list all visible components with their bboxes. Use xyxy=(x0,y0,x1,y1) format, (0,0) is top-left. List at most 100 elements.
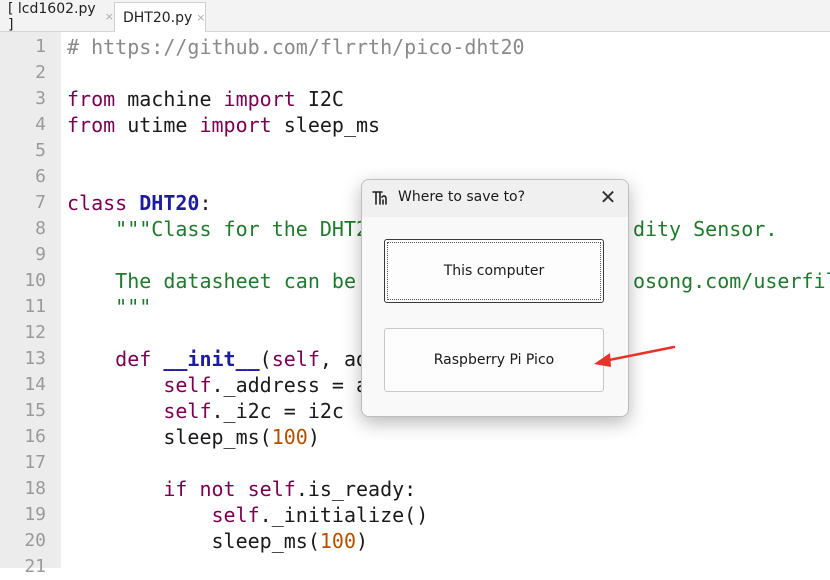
code-token: ._i2c = i2c xyxy=(211,399,344,423)
line-number: 4 xyxy=(35,114,46,135)
line-number: 20 xyxy=(24,530,46,551)
code-text: """ xyxy=(67,294,151,320)
line-number: 8 xyxy=(35,218,46,239)
save-location-dialog: Where to save to? ✕ This computer Raspbe… xyxy=(361,179,629,417)
line-number: 5 xyxy=(35,140,46,161)
line-number: 3 xyxy=(35,88,46,109)
code-token: machine xyxy=(115,87,224,111)
code-token: self xyxy=(211,503,260,527)
code-text: if not self.is_ready: xyxy=(67,476,416,502)
code-text: def __init__(self, ad xyxy=(67,346,368,372)
code-token: if xyxy=(163,477,188,501)
line-number: 2 xyxy=(35,62,46,83)
code-token: not xyxy=(199,477,236,501)
tab-dht20[interactable]: DHT20.py × xyxy=(114,2,206,32)
code-token: 100 xyxy=(271,425,308,449)
code-token: ) xyxy=(356,529,369,553)
code-token: self xyxy=(247,477,296,501)
code-text: self._i2c = i2c xyxy=(67,398,344,424)
code-token: from xyxy=(67,113,116,137)
code-token: import xyxy=(223,87,296,111)
code-token: ._initialize() xyxy=(259,503,429,527)
code-token: : xyxy=(199,191,212,215)
line-number: 6 xyxy=(35,166,46,187)
code-token: # https://github.com/flrrth/pico-dht20 xyxy=(67,35,525,59)
code-token: class xyxy=(67,191,128,215)
tab-close-icon[interactable]: × xyxy=(196,11,205,24)
dialog-title: Where to save to? xyxy=(398,189,526,205)
code-line: 18 if not self.is_ready: xyxy=(0,476,830,502)
dialog-titlebar: Where to save to? ✕ xyxy=(362,180,628,217)
code-text: # https://github.com/flrrth/pico-dht20 xyxy=(67,34,525,60)
code-text: sleep_ms(100) xyxy=(67,528,368,554)
line-number: 19 xyxy=(24,504,46,525)
tab-bar: [ lcd1602.py ] × DHT20.py × xyxy=(0,0,830,33)
code-line: 19 self._initialize() xyxy=(0,502,830,528)
code-token: self xyxy=(271,347,320,371)
code-line: 20 sleep_ms(100) xyxy=(0,528,830,554)
code-token: 100 xyxy=(319,529,356,553)
code-text: self._initialize() xyxy=(67,502,429,528)
code-line: 1 # https://github.com/flrrth/pico-dht20 xyxy=(0,34,830,60)
code-token: def xyxy=(115,347,152,371)
code-token: DHT20 xyxy=(139,191,200,215)
line-number: 13 xyxy=(24,348,46,369)
code-token: self xyxy=(163,399,212,423)
tab-label: DHT20.py xyxy=(123,9,193,26)
code-token: sleep_ms xyxy=(271,113,381,137)
line-number: 14 xyxy=(24,374,46,395)
code-token: utime xyxy=(115,113,200,137)
close-icon[interactable]: ✕ xyxy=(598,187,618,207)
tab-lcd1602[interactable]: [ lcd1602.py ] × xyxy=(0,0,114,33)
raspberry-pi-pico-button[interactable]: Raspberry Pi Pico xyxy=(384,328,604,392)
code-token: I2C xyxy=(295,87,344,111)
code-token: The datasheet can be xyxy=(67,269,369,293)
code-line: 17 xyxy=(0,450,830,476)
tab-close-icon[interactable]: × xyxy=(105,10,114,23)
code-text: sleep_ms(100) xyxy=(67,424,320,450)
red-arrow-pointer-icon xyxy=(594,345,676,367)
code-text: from machine import I2C xyxy=(67,86,344,112)
code-token: from xyxy=(67,87,116,111)
line-number: 12 xyxy=(24,322,46,343)
line-number: 21 xyxy=(24,556,46,577)
line-number: 11 xyxy=(24,296,46,317)
line-number: 17 xyxy=(24,452,46,473)
code-token: """Class for the DHT2 xyxy=(67,217,369,241)
code-text: class DHT20: xyxy=(67,190,212,216)
code-line: 16 sleep_ms(100) xyxy=(0,424,830,450)
line-number: 15 xyxy=(24,400,46,421)
line-number: 18 xyxy=(24,478,46,499)
line-number: 16 xyxy=(24,426,46,447)
code-token: import xyxy=(199,113,272,137)
code-token: ._address = a xyxy=(211,373,369,397)
line-number: 9 xyxy=(35,244,46,265)
code-token: osong.com/userfile xyxy=(632,269,830,293)
code-line: 2 xyxy=(0,60,830,86)
line-number: 1 xyxy=(35,36,46,57)
code-line: 3 from machine import I2C xyxy=(0,86,830,112)
code-token: ( xyxy=(259,347,272,371)
code-token: self xyxy=(163,373,212,397)
code-token: __init__ xyxy=(163,347,260,371)
code-text: self._address = a xyxy=(67,372,368,398)
tab-label: [ lcd1602.py ] xyxy=(8,0,96,33)
code-line: 5 xyxy=(0,138,830,164)
code-token: """ xyxy=(67,295,152,319)
code-token: dity Sensor. xyxy=(632,217,778,241)
dialog-body: This computer Raspberry Pi Pico xyxy=(362,217,628,416)
code-token: .is_ready: xyxy=(295,477,417,501)
this-computer-button[interactable]: This computer xyxy=(384,239,604,303)
code-token: sleep_ms( xyxy=(67,425,272,449)
code-token: ) xyxy=(307,425,320,449)
line-number: 10 xyxy=(24,270,46,291)
code-token: sleep_ms( xyxy=(67,529,320,553)
code-line: 4 from utime import sleep_ms xyxy=(0,112,830,138)
